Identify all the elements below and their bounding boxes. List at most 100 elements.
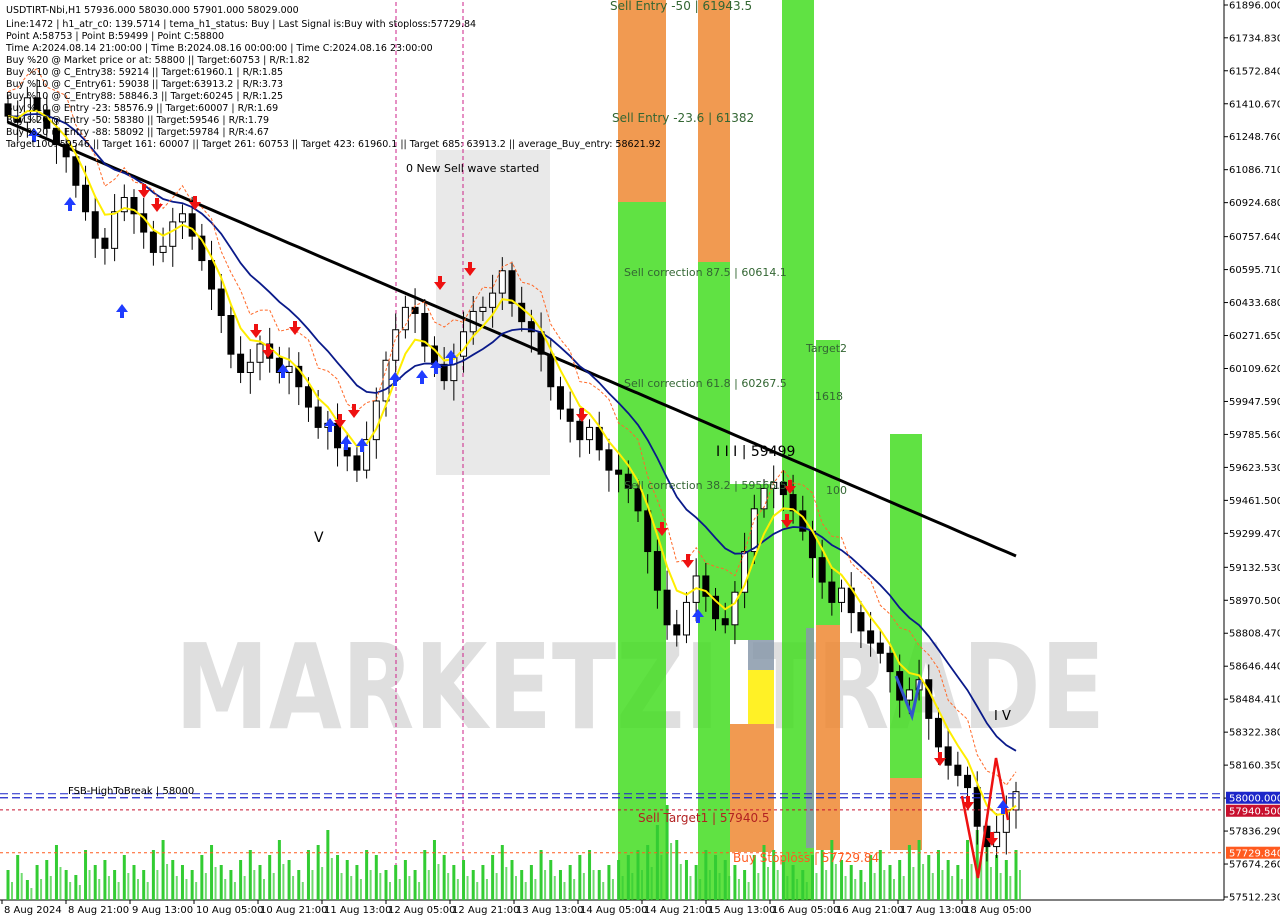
volume-bar [98,879,101,900]
volume-bar [883,870,886,900]
volume-bar [49,876,52,900]
y-tick-label: 59461.500 [1229,496,1280,507]
header-line: Time A:2024.08.14 21:00:00 | Time B:2024… [5,43,433,54]
volume-bar [485,879,488,900]
candle-body [605,449,613,471]
price-chart[interactable]: MARKETZI TRADE 61896.00061734.83061572.8… [0,0,1280,920]
candle-body [905,689,913,701]
volume-bar [1014,850,1018,900]
volume-bar [563,882,566,900]
volume-bar [670,843,673,900]
volume-bar [84,850,88,900]
zone-band [816,625,840,850]
volume-bar [684,860,688,900]
sell-correction-875-label: Sell correction 87.5 | 60614.1 [624,266,787,279]
volume-bar [767,867,769,900]
volume-bar [578,855,582,900]
candle-body [566,408,574,422]
volume-bar [728,876,731,900]
y-tick-label: 57836.290 [1229,827,1280,838]
volume-bar [859,870,863,900]
volume-bar [306,850,310,900]
volume-bar [45,860,49,900]
chart-container[interactable]: MARKETZI TRADE 61896.00061734.83061572.8… [0,0,1280,920]
header-line: Buy %10 @ C_Entry38: 59214 || Target:619… [6,67,283,78]
volume-bar [64,870,68,900]
candle-body [314,406,322,428]
candle-body [91,211,99,239]
volume-bar [641,870,643,900]
candle-body [508,270,516,304]
volume-bar [113,870,117,900]
volume-bar [146,882,149,900]
volume-bar [786,876,789,900]
fib-100-label: 100 [826,484,847,497]
volume-bar [747,882,750,900]
y-tick-label: 61734.830 [1229,33,1280,44]
volume-bar [175,876,178,900]
volume-bar [210,845,214,900]
candle-body [750,508,758,553]
volume-bar [907,845,911,900]
header-line: Line:1472 | h1_atr_c0: 139.5714 | tema_h… [6,19,476,30]
candle-body [217,288,225,317]
candle-body [682,601,690,636]
volume-bar [602,882,605,900]
volume-bar [156,870,159,900]
volume-bar [268,855,272,900]
volume-bar [723,860,727,900]
volume-bar [995,855,999,900]
x-tick-label: 18 Aug 05:00 [964,905,1031,916]
candle-body [382,359,390,402]
volume-bar [607,865,611,900]
y-tick-label: 58484.410 [1229,695,1280,706]
zone-band [618,0,666,202]
volume-bar [708,870,711,900]
volume-bar [743,870,747,900]
volume-bar [539,850,543,900]
volume-bar [834,864,837,900]
y-tick-label: 59785.560 [1229,430,1280,441]
price-badge-label: 57940.500 [1229,807,1280,818]
volume-bar [495,873,498,900]
candle-body [227,315,235,355]
y-tick-label: 60757.640 [1229,232,1280,243]
volume-bar [520,870,524,900]
volume-bar [854,879,857,900]
volume-bar [297,870,301,900]
volume-bar [25,880,29,900]
volume-bar [30,888,33,900]
zone-band [890,434,922,778]
header-line: USDTIRT-Nbi,H1 57936.000 58030.000 57901… [6,5,299,16]
volume-bar [432,840,436,900]
volume-bar [878,850,882,900]
volume-bar [224,879,227,900]
volume-bar [248,850,252,900]
volume-bar [989,867,992,900]
volume-bar [359,879,362,900]
header-line: Point A:58753 | Point B:59499 | Point C:… [6,31,224,42]
y-tick-label: 58970.500 [1229,596,1280,607]
candle-body [111,211,119,249]
candle-body [159,245,167,253]
candle-body [304,386,312,408]
volume-bar [389,882,391,900]
volume-bar [374,855,378,900]
volume-bar [636,850,640,900]
candle-body [944,746,952,766]
candle-body [673,624,681,636]
volume-bar [917,840,921,900]
y-tick-label: 57512.230 [1229,893,1280,904]
volume-bar [447,873,450,900]
volume-bar [951,876,954,900]
volume-bar [553,876,556,900]
x-tick-label: 10 Aug 05:00 [196,905,263,916]
volume-bar [611,879,614,900]
sell-correction-618-label: Sell correction 61.8 | 60267.5 [624,377,787,390]
zone-band [730,724,774,852]
volume-bar [888,865,892,900]
candle-body [838,587,846,603]
volume-bar [549,860,553,900]
candle-body [401,306,409,331]
volume-bar [166,864,169,900]
